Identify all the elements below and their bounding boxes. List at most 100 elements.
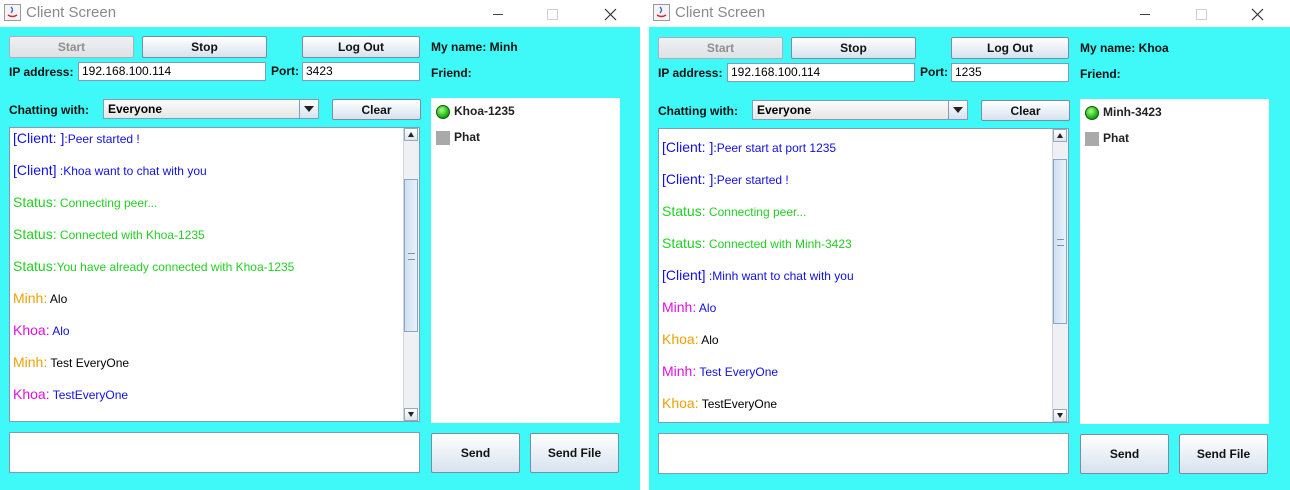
friend-label: Friend:	[1080, 67, 1121, 81]
minimize-icon	[1140, 13, 1150, 15]
friend-item-offline[interactable]: Phat	[436, 130, 480, 145]
chat-history[interactable]: [Client: ]:Peer started ! [Client] :Khoa…	[9, 127, 420, 422]
chatting-with-label: Chatting with:	[9, 103, 89, 117]
port-field[interactable]: 1235	[951, 63, 1069, 82]
message-text: Alo	[696, 301, 717, 315]
maximize-icon	[1195, 8, 1207, 20]
message-text: :Minh want to chat with you	[705, 269, 854, 283]
chat-message: Status: Connected with Minh-3423	[662, 235, 852, 251]
client-window-minh: Client Screen Start Stop Log Out My name…	[0, 0, 640, 490]
send-button[interactable]: Send	[1080, 434, 1169, 474]
friend-item-offline[interactable]: Phat	[1085, 131, 1129, 146]
offline-status-icon	[436, 130, 450, 145]
maximize-icon	[546, 8, 558, 20]
message-text: Test EveryOne	[696, 365, 779, 379]
ip-address-field[interactable]: 192.168.100.114	[727, 63, 915, 82]
chat-scrollbar[interactable]	[403, 128, 419, 421]
message-sender: [Client]	[13, 162, 57, 178]
chat-message: [Client] :Minh want to chat with you	[662, 267, 854, 283]
scroll-down-arrow-icon[interactable]	[404, 408, 418, 421]
chat-message: Minh: Test EveryOne	[662, 363, 778, 379]
scroll-thumb[interactable]	[404, 179, 418, 332]
stop-button[interactable]: Stop	[791, 37, 916, 59]
message-text: You have already connected with Khoa-123…	[56, 260, 295, 274]
online-status-icon	[1085, 105, 1099, 120]
stop-button[interactable]: Stop	[142, 36, 267, 58]
clear-button[interactable]: Clear	[332, 99, 421, 120]
message-text: Alo	[49, 324, 70, 338]
minimize-button[interactable]	[1122, 0, 1168, 27]
minimize-button[interactable]	[475, 0, 521, 27]
close-button[interactable]	[587, 0, 633, 27]
friend-item-online[interactable]: Khoa-1235	[436, 104, 515, 119]
chat-message: Status:You have already connected with K…	[13, 258, 294, 274]
scroll-up-arrow-icon[interactable]	[404, 128, 418, 141]
chatting-with-select[interactable]: Everyone	[752, 100, 968, 120]
message-sender: Status:	[13, 194, 57, 210]
maximize-button[interactable]	[1178, 0, 1224, 27]
message-sender: Minh:	[662, 363, 697, 379]
clear-button[interactable]: Clear	[981, 100, 1070, 121]
message-sender: [Client: ]	[662, 139, 714, 155]
client-window-khoa: Client Screen Start Stop Log Out My name…	[649, 0, 1290, 490]
online-status-icon	[436, 104, 450, 119]
message-text: TestEveryOne	[698, 397, 778, 411]
start-button[interactable]: Start	[658, 37, 783, 59]
chat-scrollbar[interactable]	[1052, 129, 1068, 422]
my-name-label: My name: Khoa	[1080, 41, 1169, 55]
scroll-up-arrow-icon[interactable]	[1053, 129, 1067, 142]
friend-list: Khoa-1235 Phat	[431, 98, 620, 423]
java-icon	[4, 4, 21, 21]
chat-message: Khoa: TestEveryOne	[662, 395, 777, 411]
message-text: :Peer started !	[713, 173, 789, 187]
start-button[interactable]: Start	[9, 36, 134, 58]
chevron-down-icon[interactable]	[948, 101, 967, 119]
ip-address-field[interactable]: 192.168.100.114	[78, 62, 266, 81]
send-file-button[interactable]: Send File	[1179, 434, 1268, 474]
ip-address-label: IP address:	[658, 66, 723, 80]
offline-status-icon	[1085, 131, 1099, 146]
friend-list: Minh-3423 Phat	[1080, 99, 1269, 424]
send-button[interactable]: Send	[431, 433, 520, 473]
port-label: Port:	[920, 65, 948, 79]
logout-button[interactable]: Log Out	[302, 36, 420, 58]
message-input[interactable]	[9, 432, 420, 473]
chat-message: [Client: ]:Peer started !	[662, 171, 789, 187]
title-bar: Client Screen	[0, 0, 640, 27]
chat-message: [Client: ]:Peer start at port 1235	[662, 139, 836, 155]
friend-label: Friend:	[431, 66, 472, 80]
scroll-thumb[interactable]	[1053, 159, 1067, 324]
chatting-with-value: Everyone	[757, 103, 812, 117]
close-button[interactable]	[1234, 0, 1280, 27]
chat-message: Khoa: TestEveryOne	[13, 386, 128, 402]
window-title: Client Screen	[675, 4, 766, 21]
message-text: Alo	[698, 333, 719, 347]
friend-name: Khoa-1235	[454, 104, 515, 118]
message-sender: Status:	[13, 258, 57, 274]
message-sender: Khoa:	[13, 322, 50, 338]
message-sender: [Client: ]	[13, 130, 65, 146]
background-window-strip	[640, 0, 649, 490]
chatting-with-select[interactable]: Everyone	[103, 99, 319, 119]
message-input[interactable]	[658, 433, 1069, 474]
message-sender: Khoa:	[662, 395, 699, 411]
scroll-down-arrow-icon[interactable]	[1053, 409, 1067, 422]
chevron-down-icon[interactable]	[299, 100, 318, 118]
chat-message: Status: Connecting peer...	[13, 194, 157, 210]
chat-message: Minh: Test EveryOne	[13, 354, 129, 370]
port-field[interactable]: 3423	[302, 62, 420, 81]
chat-message: Status: Connected with Khoa-1235	[13, 226, 205, 242]
close-icon	[604, 8, 616, 21]
chat-history[interactable]: [Client: ]:Peer start at port 1235 [Clie…	[658, 128, 1069, 423]
friend-name: Phat	[1103, 131, 1130, 145]
send-file-button[interactable]: Send File	[530, 433, 619, 473]
message-sender: Minh:	[13, 354, 48, 370]
logout-button[interactable]: Log Out	[951, 37, 1069, 59]
message-sender: Status:	[662, 203, 706, 219]
maximize-button[interactable]	[529, 0, 575, 27]
friend-item-online[interactable]: Minh-3423	[1085, 105, 1162, 120]
ip-address-label: IP address:	[9, 65, 74, 79]
chat-message: [Client] :Khoa want to chat with you	[13, 162, 207, 178]
title-bar: Client Screen	[649, 0, 1290, 27]
friend-name: Phat	[454, 130, 481, 144]
